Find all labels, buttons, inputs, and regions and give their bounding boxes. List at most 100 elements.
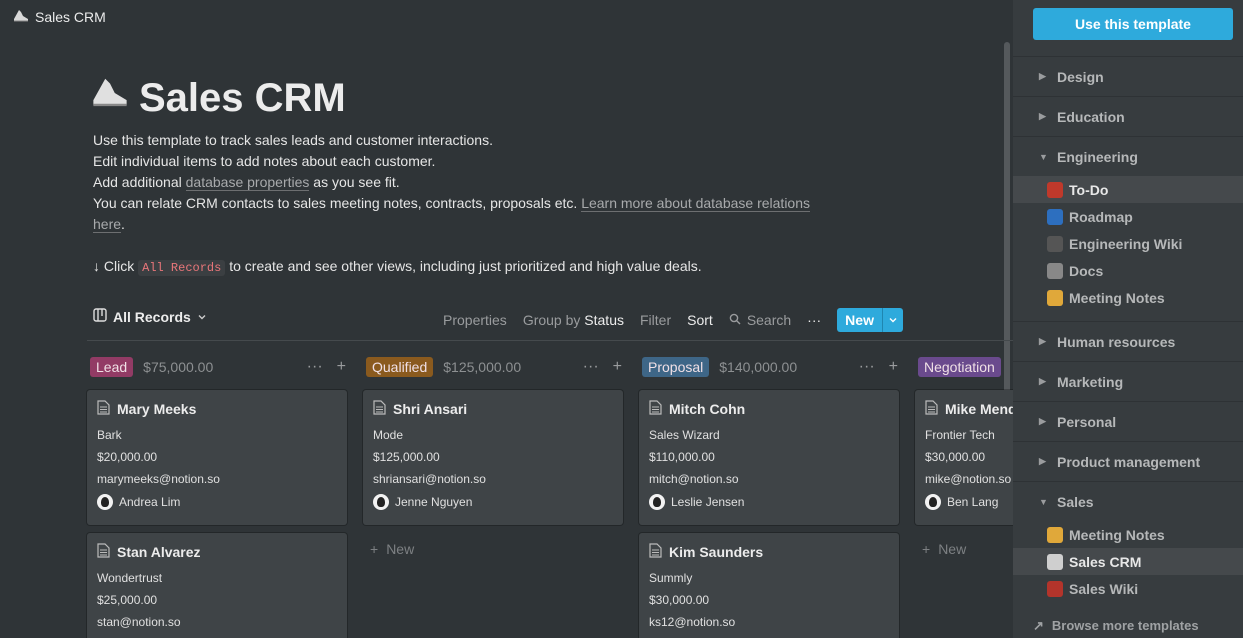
add-new-label: New bbox=[386, 541, 415, 557]
column-sum: $125,000.00 bbox=[443, 359, 522, 375]
card-owner: Andrea Lim bbox=[97, 494, 337, 510]
page-icon bbox=[97, 400, 110, 418]
section-label: Education bbox=[1057, 108, 1125, 125]
main-page: Sales CRM Sales CRM Use this template to… bbox=[0, 0, 1013, 638]
notebook-icon bbox=[1047, 235, 1063, 252]
card-title: Mitch Cohn bbox=[649, 400, 889, 418]
page-icon bbox=[925, 400, 938, 418]
item-label: Roadmap bbox=[1069, 208, 1133, 225]
column-header: Lead $75,000.00 ··· + bbox=[90, 356, 352, 378]
card-title: Shri Ansari bbox=[373, 400, 613, 418]
template-sidebar: Use this template ▶ Design ▶ Education ▼ En… bbox=[1013, 0, 1243, 638]
sidebar-section-marketing[interactable]: ▶ Marketing bbox=[1013, 361, 1243, 401]
board-card[interactable]: Stan Alvarez Wondertrust $25,000.00 stan… bbox=[87, 533, 347, 638]
section-label: Product management bbox=[1057, 453, 1201, 470]
more-icon[interactable]: ··· bbox=[859, 358, 875, 376]
card-name: Mary Meeks bbox=[117, 401, 197, 417]
card-email: ks12@notion.so bbox=[649, 615, 736, 629]
board-card[interactable]: Shri Ansari Mode $125,000.00 shriansari@… bbox=[363, 390, 623, 525]
sort-button[interactable]: Sort bbox=[687, 312, 713, 328]
plus-icon[interactable]: + bbox=[613, 358, 622, 376]
relations-link-here[interactable]: here bbox=[93, 216, 122, 233]
scrollbar[interactable] bbox=[1004, 42, 1010, 402]
add-new-card-button[interactable]: + New bbox=[922, 541, 966, 557]
filter-button[interactable]: Filter bbox=[640, 312, 671, 328]
sidebar-item-roadmap[interactable]: Roadmap bbox=[1013, 203, 1243, 230]
inline-code: All Records bbox=[138, 260, 226, 276]
sidebar-section-human-resources[interactable]: ▶ Human resources bbox=[1013, 321, 1243, 361]
page-icon bbox=[649, 400, 662, 418]
plus-icon[interactable]: + bbox=[337, 358, 346, 376]
more-icon[interactable]: ··· bbox=[307, 358, 323, 376]
sidebar-section-sales[interactable]: ▼ Sales bbox=[1013, 481, 1243, 521]
desc-text: . bbox=[121, 216, 125, 232]
desc-text: You can relate CRM contacts to sales mee… bbox=[93, 195, 582, 211]
triangle-right-icon: ▶ bbox=[1039, 416, 1046, 426]
card-name: Stan Alvarez bbox=[117, 544, 201, 560]
sidebar-section-education[interactable]: ▶ Education bbox=[1013, 96, 1243, 136]
browse-more-templates-link[interactable]: ↗ Browse more templates bbox=[1033, 618, 1199, 634]
view-selector[interactable]: All Records bbox=[93, 308, 207, 325]
column-actions: ··· + bbox=[307, 358, 352, 376]
card-email: stan@notion.so bbox=[97, 615, 181, 629]
breadcrumb[interactable]: Sales CRM bbox=[13, 8, 106, 26]
sidebar-section-personal[interactable]: ▶ Personal bbox=[1013, 401, 1243, 441]
avatar bbox=[97, 494, 113, 510]
status-tag[interactable]: Qualified bbox=[366, 357, 434, 377]
triangle-right-icon: ▶ bbox=[1039, 71, 1046, 81]
view-name: All Records bbox=[113, 308, 191, 325]
column-header: Proposal $140,000.00 ··· + bbox=[642, 356, 904, 378]
card-owner: Ben Lang bbox=[925, 494, 1013, 510]
avatar bbox=[925, 494, 941, 510]
relations-link[interactable]: Learn more about database relations bbox=[581, 195, 811, 212]
sidebar-section-design[interactable]: ▶ Design bbox=[1013, 56, 1243, 96]
desc-line: Add additional database properties as yo… bbox=[93, 172, 853, 193]
toolbar-actions: Properties Group by Status Filter Sort S… bbox=[443, 308, 903, 332]
board-card[interactable]: Mitch Cohn Sales Wizard $110,000.00 mitc… bbox=[639, 390, 899, 525]
sidebar-item-sales-meeting-notes[interactable]: Meeting Notes bbox=[1013, 521, 1243, 548]
triangle-right-icon: ▶ bbox=[1039, 336, 1046, 346]
sidebar-item-docs[interactable]: Docs bbox=[1013, 257, 1243, 284]
avatar bbox=[649, 494, 665, 510]
card-email: mike@notion.so bbox=[925, 472, 1012, 486]
plus-icon[interactable]: + bbox=[889, 358, 898, 376]
item-label: To-Do bbox=[1069, 181, 1109, 198]
column-header: Qualified $125,000.00 ··· + bbox=[366, 356, 628, 378]
database-properties-link[interactable]: database properties bbox=[185, 174, 310, 191]
chevron-down-icon[interactable] bbox=[881, 308, 903, 332]
add-new-card-button[interactable]: + New bbox=[370, 541, 414, 557]
sidebar-item-meeting-notes[interactable]: Meeting Notes bbox=[1013, 284, 1243, 311]
status-tag[interactable]: Negotiation bbox=[918, 357, 1001, 377]
desc-line: Edit individual items to add notes about… bbox=[93, 153, 436, 169]
section-label: Engineering bbox=[1057, 148, 1138, 165]
card-owner: Jenne Nguyen bbox=[373, 494, 613, 510]
board-icon bbox=[93, 308, 107, 325]
more-options-button[interactable]: ··· bbox=[807, 312, 821, 328]
page-title-text: Sales CRM bbox=[139, 75, 346, 120]
sidebar-item-sales-crm[interactable]: Sales CRM bbox=[1013, 548, 1243, 575]
status-tag[interactable]: Lead bbox=[90, 357, 134, 377]
search-icon bbox=[729, 312, 741, 328]
group-by-value: Status bbox=[584, 312, 624, 328]
search-button[interactable]: Search bbox=[729, 312, 791, 328]
properties-button[interactable]: Properties bbox=[443, 312, 507, 328]
sidebar-item-engineering-wiki[interactable]: Engineering Wiki bbox=[1013, 230, 1243, 257]
sidebar-section-product-management[interactable]: ▶ Product management bbox=[1013, 441, 1243, 481]
status-tag[interactable]: Proposal bbox=[642, 357, 710, 377]
board-card[interactable]: Mary Meeks Bark $20,000.00 marymeeks@not… bbox=[87, 390, 347, 525]
sidebar-item-sales-wiki[interactable]: Sales Wiki bbox=[1013, 575, 1243, 602]
sidebar-item-todo[interactable]: To-Do bbox=[1013, 176, 1243, 203]
new-record-button[interactable]: New bbox=[837, 308, 903, 332]
item-label: Docs bbox=[1069, 262, 1104, 279]
owner-name: Ben Lang bbox=[947, 495, 999, 509]
more-icon[interactable]: ··· bbox=[583, 358, 599, 376]
board-card[interactable]: Mike Mend Frontier Tech $30,000.00 mike@… bbox=[915, 390, 1013, 525]
owner-name: Andrea Lim bbox=[119, 495, 181, 509]
group-by-button[interactable]: Group by Status bbox=[523, 312, 624, 328]
use-template-button[interactable]: Use this template bbox=[1033, 8, 1233, 40]
sidebar-section-engineering[interactable]: ▼ Engineering bbox=[1013, 136, 1243, 176]
item-label: Meeting Notes bbox=[1069, 526, 1165, 543]
board-card[interactable]: Kim Saunders Summly $30,000.00 ks12@noti… bbox=[639, 533, 899, 638]
card-company: Summly bbox=[649, 571, 693, 585]
card-title: Mike Mend bbox=[925, 400, 1013, 418]
